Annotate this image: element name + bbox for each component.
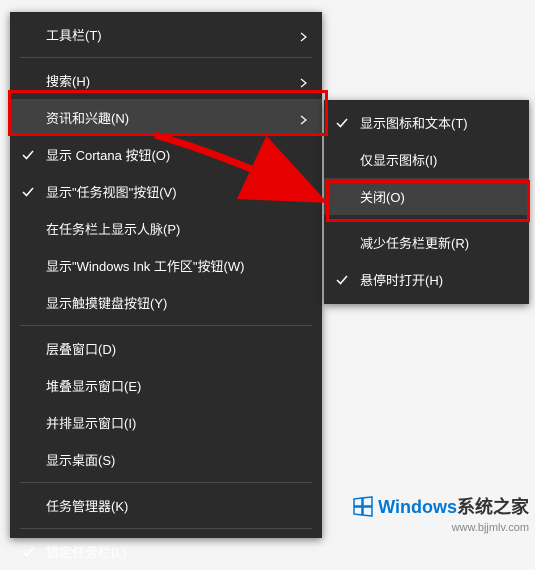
menu-label: 搜索(H) [46,71,308,90]
menu-item-stacked[interactable]: 堆叠显示窗口(E) [10,367,322,404]
menu-item-hover-open[interactable]: 悬停时打开(H) [324,261,529,298]
watermark-url: www.bjjmlv.com [352,522,529,534]
menu-label: 锁定任务栏(L) [46,542,308,561]
menu-label: 显示触摸键盘按钮(Y) [46,293,308,312]
menu-label: 关闭(O) [360,187,515,206]
menu-item-icon-only[interactable]: 仅显示图标(I) [324,141,529,178]
secondary-context-menu: 显示图标和文本(T) 仅显示图标(I) 关闭(O) 减少任务栏更新(R) 悬停时… [324,100,529,304]
menu-item-touch-keyboard[interactable]: 显示触摸键盘按钮(Y) [10,284,322,321]
menu-item-close[interactable]: 关闭(O) [324,178,529,215]
menu-item-icon-text[interactable]: 显示图标和文本(T) [324,104,529,141]
menu-item-cascade[interactable]: 层叠窗口(D) [10,330,322,367]
menu-label: 层叠窗口(D) [46,339,308,358]
windows-logo-icon [352,495,374,522]
check-icon [22,186,34,198]
separator [20,325,312,326]
menu-label: 减少任务栏更新(R) [360,233,515,252]
menu-label: 工具栏(T) [46,25,308,44]
menu-label: 任务管理器(K) [46,496,308,515]
menu-label: 并排显示窗口(I) [46,413,308,432]
watermark: Windows系统之家 www.bjjmlv.com [352,493,529,534]
menu-label: 显示图标和文本(T) [360,113,515,132]
separator [20,528,312,529]
check-icon [22,546,34,558]
chevron-right-icon [300,30,308,40]
watermark-brand-a: Windows [378,497,457,517]
watermark-brand-b: 系统之家 [457,497,529,517]
separator [334,219,519,220]
menu-item-lock-taskbar[interactable]: 锁定任务栏(L) [10,533,322,570]
menu-label: 显示"Windows Ink 工作区"按钮(W) [46,256,308,275]
chevron-right-icon [300,113,308,123]
menu-item-reduce-updates[interactable]: 减少任务栏更新(R) [324,224,529,261]
menu-label: 悬停时打开(H) [360,270,515,289]
menu-item-search[interactable]: 搜索(H) [10,62,322,99]
check-icon [22,149,34,161]
separator [20,482,312,483]
menu-item-ink[interactable]: 显示"Windows Ink 工作区"按钮(W) [10,247,322,284]
menu-item-task-manager[interactable]: 任务管理器(K) [10,487,322,524]
chevron-right-icon [300,76,308,86]
menu-label: 显示"任务视图"按钮(V) [46,182,308,201]
menu-label: 在任务栏上显示人脉(P) [46,219,308,238]
menu-item-news-interests[interactable]: 资讯和兴趣(N) [10,99,322,136]
check-icon [336,274,348,286]
menu-label: 堆叠显示窗口(E) [46,376,308,395]
menu-item-people[interactable]: 在任务栏上显示人脉(P) [10,210,322,247]
check-icon [336,117,348,129]
separator [20,57,312,58]
menu-label: 显示 Cortana 按钮(O) [46,145,308,164]
watermark-title: Windows系统之家 [352,493,529,522]
menu-item-task-view[interactable]: 显示"任务视图"按钮(V) [10,173,322,210]
menu-item-toolbar[interactable]: 工具栏(T) [10,16,322,53]
menu-item-side-by-side[interactable]: 并排显示窗口(I) [10,404,322,441]
menu-item-cortana[interactable]: 显示 Cortana 按钮(O) [10,136,322,173]
menu-label: 仅显示图标(I) [360,150,515,169]
menu-label: 资讯和兴趣(N) [46,108,308,127]
menu-item-show-desktop[interactable]: 显示桌面(S) [10,441,322,478]
menu-label: 显示桌面(S) [46,450,308,469]
primary-context-menu: 工具栏(T) 搜索(H) 资讯和兴趣(N) 显示 Cortana 按钮(O) 显… [10,12,322,538]
